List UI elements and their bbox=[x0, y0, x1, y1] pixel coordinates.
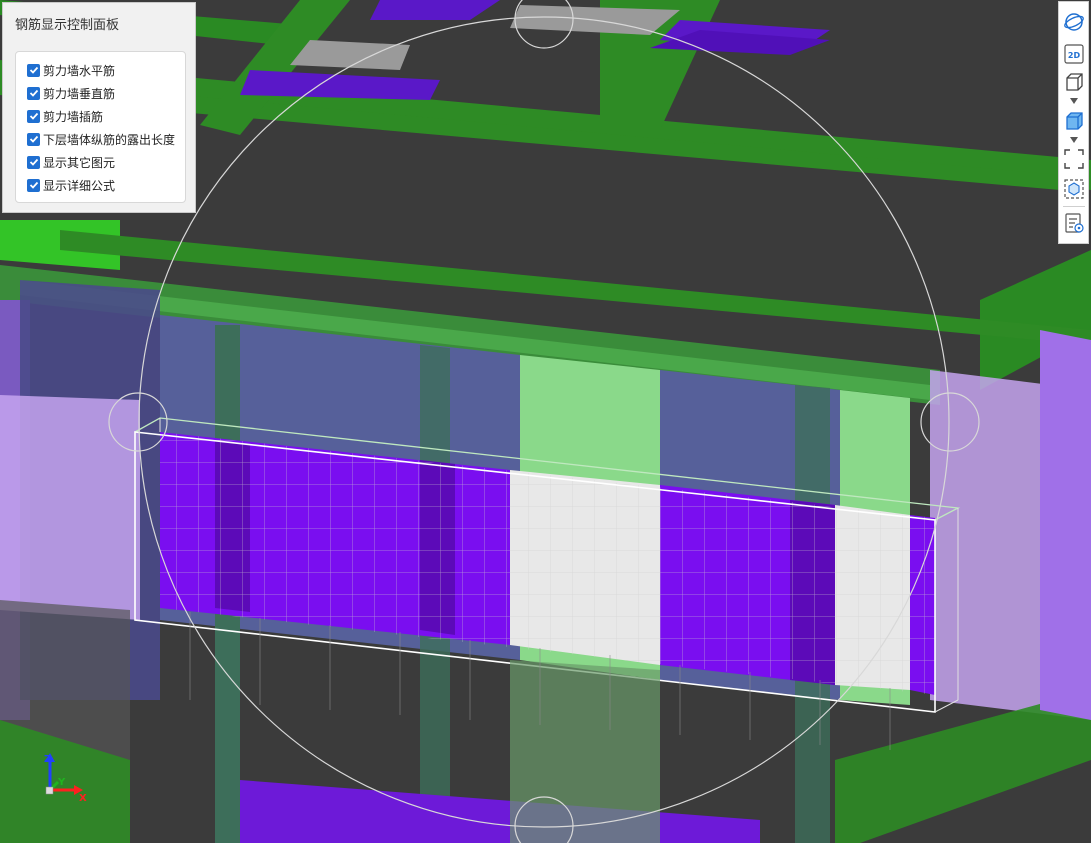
x-axis-label: X bbox=[79, 793, 87, 804]
2d-view-icon: 2D bbox=[1064, 44, 1084, 64]
axis-triad: Z Y X bbox=[44, 753, 87, 804]
option-label: 显示详细公式 bbox=[43, 178, 116, 193]
2d-view-button[interactable]: 2D bbox=[1062, 42, 1086, 66]
orbit-button[interactable] bbox=[1062, 10, 1086, 34]
option-label: 剪力墙插筋 bbox=[43, 109, 104, 124]
option-label: 剪力墙垂直筋 bbox=[43, 86, 116, 101]
3d-wireframe-button[interactable] bbox=[1062, 70, 1086, 94]
checkbox-checked-icon[interactable] bbox=[27, 63, 40, 77]
orbit-icon bbox=[1064, 13, 1084, 31]
cube-solid-icon bbox=[1066, 112, 1083, 130]
checkbox-checked-icon[interactable] bbox=[27, 109, 40, 123]
option-label: 显示其它图元 bbox=[43, 155, 116, 170]
selection-box-icon bbox=[1064, 179, 1084, 199]
option-show-detailed-formula[interactable]: 显示详细公式 bbox=[27, 176, 115, 194]
fit-view-button[interactable] bbox=[1062, 147, 1086, 171]
chevron-down-icon[interactable] bbox=[1070, 98, 1078, 104]
option-horizontal-rebar[interactable]: 剪力墙水平筋 bbox=[27, 61, 115, 79]
view-toolbar: 2D bbox=[1058, 1, 1089, 244]
3d-solid-button[interactable] bbox=[1062, 109, 1086, 133]
rebar-legend-icon bbox=[1065, 213, 1084, 233]
checkbox-checked-icon[interactable] bbox=[27, 132, 40, 146]
option-label: 下层墙体纵筋的露出长度 bbox=[43, 132, 176, 147]
option-exposed-length[interactable]: 下层墙体纵筋的露出长度 bbox=[27, 130, 175, 148]
options-group: 剪力墙水平筋 剪力墙垂直筋 剪力墙插筋 下层墙体纵筋的露出长度 显示其它图元 显… bbox=[15, 51, 186, 203]
chevron-down-icon[interactable] bbox=[1070, 137, 1078, 143]
toolbar-divider bbox=[1063, 206, 1085, 207]
panel-title: 钢筋显示控制面板 bbox=[15, 18, 120, 33]
option-vertical-rebar[interactable]: 剪力墙垂直筋 bbox=[27, 84, 115, 102]
checkbox-checked-icon[interactable] bbox=[27, 178, 40, 192]
2d-label: 2D bbox=[1068, 51, 1081, 60]
checkbox-checked-icon[interactable] bbox=[27, 155, 40, 169]
rebar-legend-button[interactable] bbox=[1062, 211, 1086, 235]
checkbox-checked-icon[interactable] bbox=[27, 86, 40, 100]
fit-view-icon bbox=[1064, 149, 1084, 169]
option-show-other-elements[interactable]: 显示其它图元 bbox=[27, 153, 115, 171]
y-axis-label: Y bbox=[57, 777, 66, 788]
option-dowel-rebar[interactable]: 剪力墙插筋 bbox=[27, 107, 103, 125]
origin-marker bbox=[45, 786, 54, 795]
rebar-display-control-panel: 钢筋显示控制面板 剪力墙水平筋 剪力墙垂直筋 剪力墙插筋 下层墙体纵筋的露出长度… bbox=[2, 2, 196, 213]
cube-outline-icon bbox=[1066, 73, 1083, 91]
selection-box-button[interactable] bbox=[1062, 177, 1086, 201]
option-label: 剪力墙水平筋 bbox=[43, 63, 116, 78]
z-axis-label: Z bbox=[44, 754, 51, 765]
